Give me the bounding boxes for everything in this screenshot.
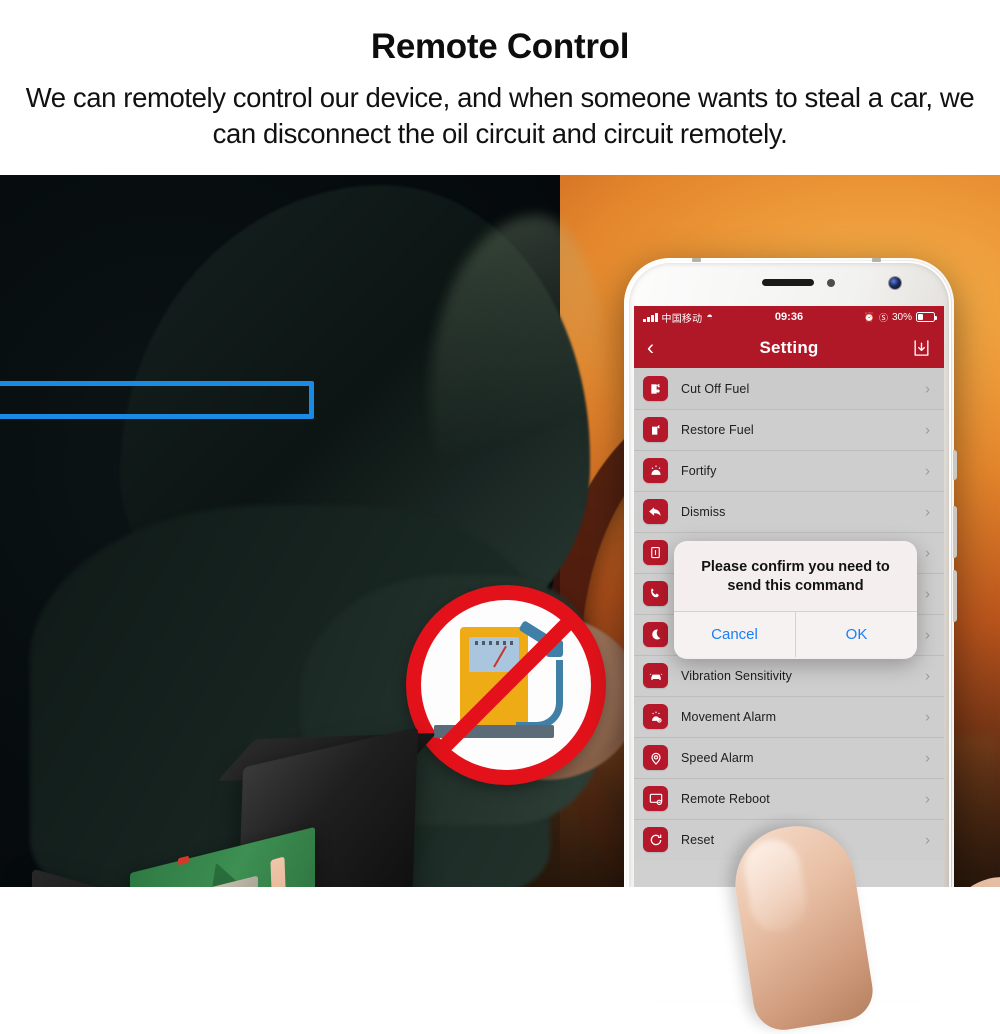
antenna-line — [872, 258, 881, 262]
list-item-label: Speed Alarm — [681, 750, 754, 765]
list-item-vibration-sensitivity[interactable]: Vibration Sensitivity › — [634, 655, 944, 696]
relay-gps-tracker-device: 720_PWR_V2.0 — [20, 727, 450, 887]
list-item-movement-alarm[interactable]: Movement Alarm › — [634, 696, 944, 737]
status-bar: 中国移动 ◓ 09:36 ⏰ Ⓢ 30% — [634, 306, 944, 328]
chevron-right-icon: › — [925, 544, 930, 561]
chevron-right-icon: › — [925, 503, 930, 520]
list-item-label: Cut Off Fuel — [681, 381, 750, 396]
volume-down-button[interactable] — [953, 570, 957, 622]
download-icon[interactable] — [912, 339, 931, 358]
door-sensor-icon — [643, 540, 668, 565]
reset-icon — [643, 827, 668, 852]
chevron-right-icon: › — [925, 749, 930, 766]
screen-title: Setting — [759, 338, 819, 357]
list-item-label: Remote Reboot — [681, 791, 770, 806]
page-title: Remote Control — [370, 27, 630, 66]
dialog-message: Please confirm you need to send this com… — [701, 559, 890, 594]
list-item-label: Vibration Sensitivity — [681, 668, 792, 683]
movement-siren-icon — [643, 704, 668, 729]
chevron-right-icon: › — [925, 585, 930, 602]
back-button[interactable]: ‹ — [647, 338, 654, 359]
nav-bar: ‹ Setting — [634, 328, 944, 368]
list-item-remote-reboot[interactable]: Remote Reboot › — [634, 778, 944, 819]
list-item-speed-alarm[interactable]: Speed Alarm › — [634, 737, 944, 778]
fuel-pump-gauge — [469, 637, 519, 672]
chevron-right-icon: › — [925, 790, 930, 807]
product-marketing-image: Remote Control We can remotely control o… — [0, 0, 1000, 1034]
chevron-right-icon: › — [925, 380, 930, 397]
battery-percent-label: 30% — [891, 311, 912, 323]
rotation-lock-icon: Ⓢ — [878, 312, 888, 323]
list-item-dismiss[interactable]: Dismiss › — [634, 491, 944, 532]
list-item-restore-fuel[interactable]: Restore Fuel › — [634, 409, 944, 450]
list-item-label: Movement Alarm — [681, 709, 777, 724]
proximity-sensor — [827, 279, 835, 287]
battery-icon — [916, 312, 938, 322]
chevron-right-icon: › — [925, 831, 930, 848]
siren-on-icon — [643, 458, 668, 483]
car-vibration-icon — [643, 663, 668, 688]
remote-reboot-icon — [643, 786, 668, 811]
moon-mode-icon — [643, 622, 668, 647]
location-pin-icon — [643, 745, 668, 770]
status-bar-right: ⏰ Ⓢ 30% — [863, 311, 938, 324]
fuel-cut-icon — [643, 376, 668, 401]
list-item-label: Restore Fuel — [681, 422, 754, 437]
chevron-right-icon: › — [925, 626, 930, 643]
chevron-right-icon: › — [925, 421, 930, 438]
cancel-button[interactable]: Cancel — [674, 612, 795, 657]
list-item-label: Reset — [681, 832, 715, 847]
list-item-fortify[interactable]: Fortify › — [634, 450, 944, 491]
chevron-right-icon: › — [925, 462, 930, 479]
antenna-line — [692, 258, 701, 262]
volume-up-button[interactable] — [953, 506, 957, 558]
front-camera-icon — [889, 277, 901, 289]
confirm-dialog: Please confirm you need to send this com… — [674, 541, 917, 659]
dialog-actions: Cancel OK — [674, 611, 917, 657]
undo-arrow-icon — [643, 499, 668, 524]
chevron-right-icon: › — [925, 708, 930, 725]
list-item-label: Dismiss — [681, 504, 726, 519]
earpiece-speaker — [762, 279, 814, 286]
list-item-label: Fortify — [681, 463, 717, 478]
page-subtitle: We can remotely control our device, and … — [25, 82, 975, 149]
ok-button[interactable]: OK — [795, 612, 917, 657]
chevron-right-icon: › — [925, 667, 930, 684]
side-button[interactable] — [953, 450, 957, 480]
phone-alarm-icon — [643, 581, 668, 606]
fuel-restore-icon — [643, 417, 668, 442]
list-item-cut-off-fuel[interactable]: Cut Off Fuel › — [634, 368, 944, 409]
gauge-ticks — [475, 641, 513, 650]
alarm-clock-icon: ⏰ — [863, 311, 875, 322]
banner: Remote Control We can remotely control o… — [0, 0, 1000, 175]
